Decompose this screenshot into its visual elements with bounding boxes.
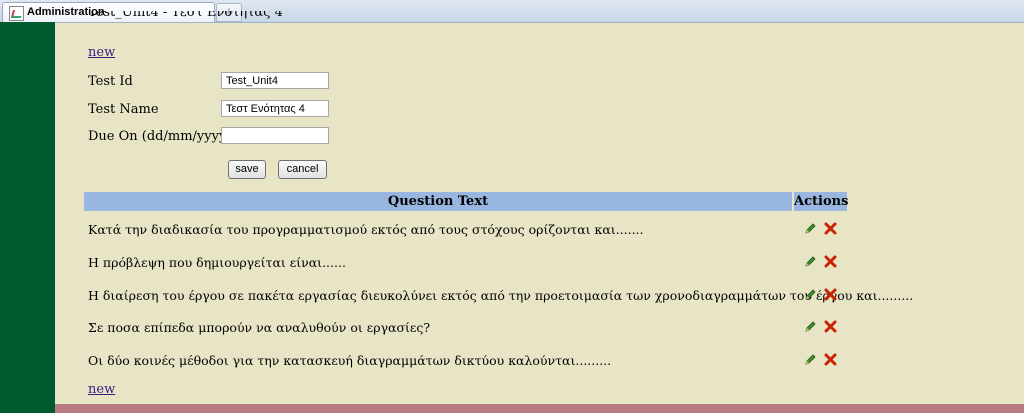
new-question-link-bottom[interactable]: new <box>88 382 115 397</box>
delete-x-icon[interactable] <box>824 222 837 235</box>
chart-favicon-icon <box>9 6 24 21</box>
page-header-text: Test_Unit4 - Τεστ Ενότητας 4 <box>88 11 283 20</box>
test-name-label: Test Name <box>88 102 159 117</box>
delete-x-icon[interactable] <box>824 320 837 333</box>
delete-x-icon[interactable] <box>824 255 837 268</box>
cancel-button[interactable]: cancel <box>278 160 327 179</box>
question-text: Κατά την διαδικασία του προγραμματισμού … <box>88 222 644 237</box>
page-header-cutoff: Test_Unit4 - Τεστ Ενότητας 4 <box>88 11 318 21</box>
test-id-label: Test Id <box>88 74 133 89</box>
question-text: Σε ποσα επίπεδα μπορούν να αναλυθούν οι … <box>88 320 431 335</box>
delete-x-icon[interactable] <box>824 288 837 301</box>
pencil-icon[interactable] <box>804 353 817 366</box>
delete-x-icon[interactable] <box>824 353 837 366</box>
test-name-input[interactable] <box>221 100 329 117</box>
question-text-header: Question Text <box>84 192 792 211</box>
question-text: Οι δύο κοινές μέθοδοι για την κατασκευή … <box>88 353 612 368</box>
pencil-icon[interactable] <box>804 320 817 333</box>
new-question-link-top[interactable]: new <box>88 45 115 60</box>
question-text: Η διαίρεση του έργου σε πακέτα εργασίας … <box>88 288 914 303</box>
pencil-icon[interactable] <box>804 288 817 301</box>
pencil-icon[interactable] <box>804 255 817 268</box>
due-on-input[interactable] <box>221 127 329 144</box>
due-on-label: Due On (dd/mm/yyyy) <box>88 129 232 144</box>
test-id-input[interactable] <box>221 72 329 89</box>
pencil-icon[interactable] <box>804 222 817 235</box>
footer-bar <box>55 404 1024 413</box>
left-sidebar <box>0 22 55 413</box>
save-button[interactable]: save <box>228 160 266 179</box>
question-text: Η πρόβλεψη που δημιουργείται είναι...... <box>88 255 346 270</box>
actions-header: Actions <box>794 192 849 211</box>
